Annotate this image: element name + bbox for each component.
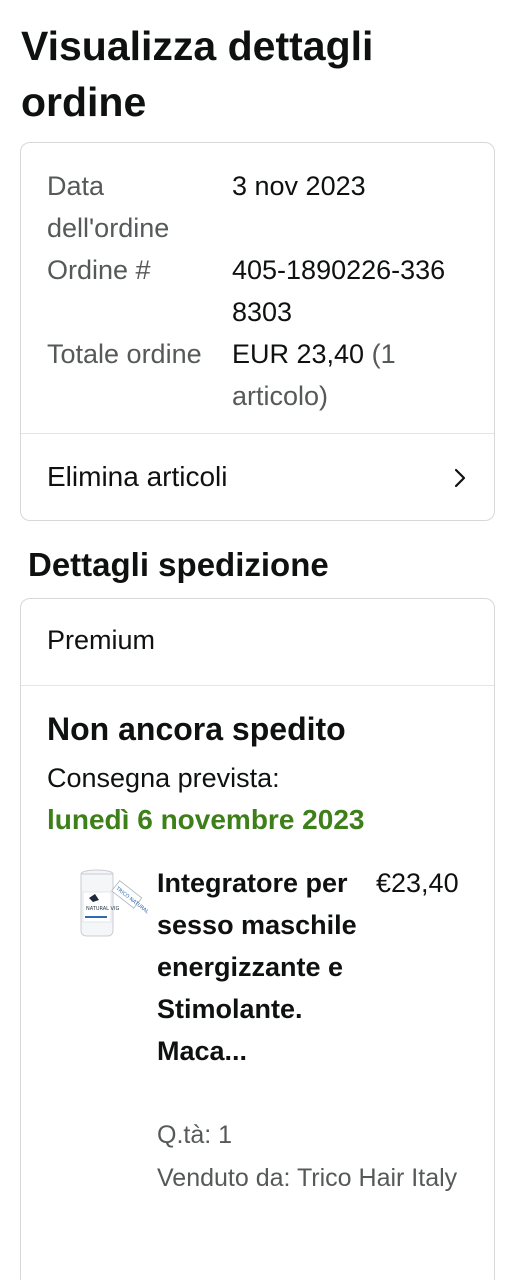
- order-date-value: 3 nov 2023: [232, 171, 366, 201]
- product-image[interactable]: NATURAL VIG TRICO NATURAL: [67, 864, 153, 950]
- delivery-estimate-label: Consegna prevista:: [47, 763, 280, 793]
- chevron-right-icon: [454, 468, 466, 488]
- delete-items-button[interactable]: Elimina articoli: [21, 434, 494, 521]
- order-date-label: Data dell'ordine: [47, 171, 170, 243]
- product-quantity: Q.tà: 1: [157, 1121, 233, 1149]
- delete-items-label: Elimina articoli: [47, 461, 228, 492]
- shipping-type: Premium: [47, 625, 156, 655]
- shipping-details-title: Dettagli spedizione: [28, 546, 329, 583]
- order-summary-card: Data dell'ordine 3 nov 2023 Ordine # 405…: [20, 142, 495, 521]
- shipment-status: Non ancora spedito: [47, 711, 346, 747]
- order-total-label: Totale ordine: [47, 339, 202, 369]
- order-total-row: Totale ordine EUR 23,40 (1 articolo): [47, 333, 467, 417]
- order-total-value: EUR 23,40 (1 articolo): [232, 333, 462, 417]
- divider: [21, 685, 494, 686]
- shipment-card: Premium Non ancora spedito Consegna prev…: [20, 598, 495, 1280]
- product-title-link[interactable]: Integratore per sesso maschile energizza…: [157, 862, 362, 1072]
- product-price: €23,40: [376, 868, 459, 898]
- order-number-label: Ordine #: [47, 255, 151, 285]
- product-image-label: NATURAL VIG: [86, 906, 119, 912]
- page-title: Visualizza dettagli ordine: [21, 23, 374, 125]
- order-number-value: 405-1890226-3368303: [232, 255, 446, 327]
- order-date-row: Data dell'ordine 3 nov 2023: [47, 165, 467, 249]
- delivery-estimate-date: lunedì 6 novembre 2023: [47, 804, 365, 835]
- order-total-amount: EUR 23,40: [232, 339, 365, 369]
- order-number-row: Ordine # 405-1890226-3368303: [47, 249, 467, 333]
- product-seller: Venduto da: Trico Hair Italy: [157, 1164, 458, 1192]
